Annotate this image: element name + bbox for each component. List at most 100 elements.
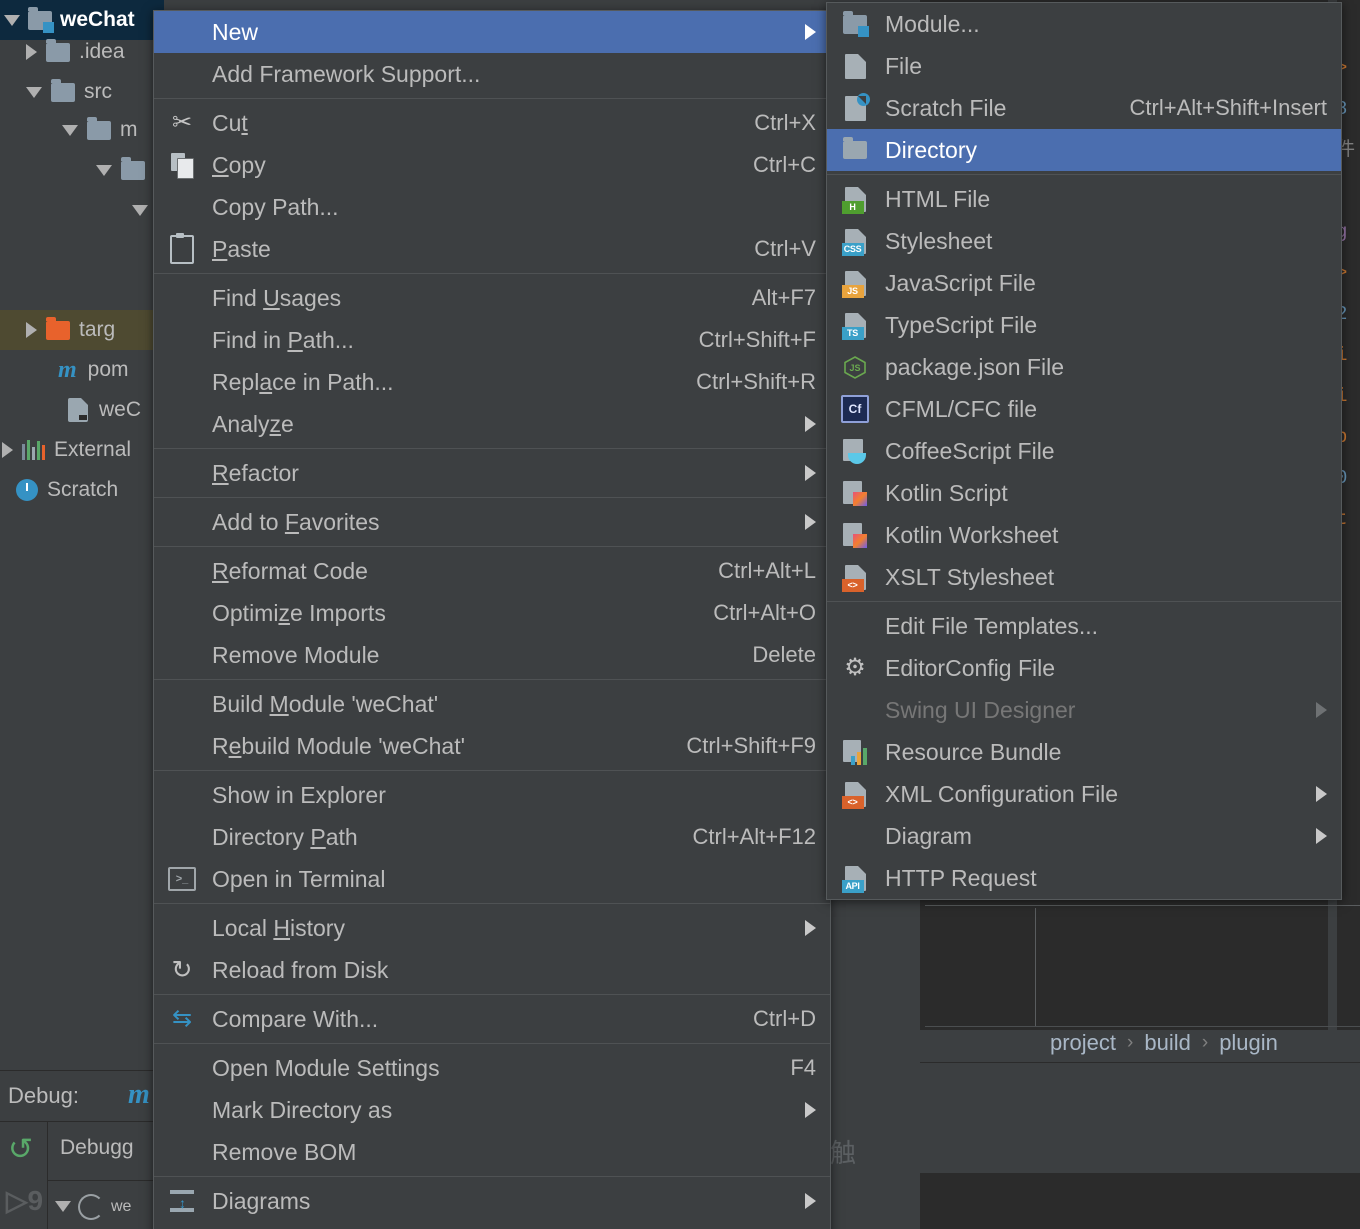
menu-separator [154, 1043, 830, 1044]
menu-item-edit-file-templates[interactable]: Edit File Templates... [827, 605, 1341, 647]
menu-item-label: HTTP Request [885, 864, 1037, 891]
rerun-icon[interactable]: ↺ [8, 1135, 36, 1165]
tree-row-scratches[interactable]: Scratch [16, 470, 118, 510]
debug-thread-row[interactable]: we [47, 1180, 168, 1229]
menu-item-maven[interactable]: mMaven [154, 1222, 830, 1229]
menu-item-new[interactable]: New [154, 11, 830, 53]
menu-item-module[interactable]: Module... [827, 3, 1341, 45]
menu-item-http-request[interactable]: API HTTP Request [827, 857, 1341, 899]
mute-breakpoints-icon[interactable]: ▷9 [6, 1184, 43, 1217]
menu-item-refactor[interactable]: Refactor [154, 452, 830, 494]
menu-item-add-framework-support[interactable]: Add Framework Support... [154, 53, 830, 95]
tree-row-external-libraries[interactable]: External [0, 430, 131, 470]
menu-item-package-json-file[interactable]: JS package.json File [827, 346, 1341, 388]
menu-item-mark-directory-as[interactable]: Mark Directory as [154, 1089, 830, 1131]
menu-item-remove-bom[interactable]: Remove BOM [154, 1131, 830, 1173]
menu-item-icon-slot: <> [841, 781, 869, 809]
editor-divider-vertical [1035, 908, 1036, 1026]
menu-item-icon-slot [168, 1055, 196, 1081]
menu-item-editorconfig-file[interactable]: ⚙ EditorConfig File [827, 647, 1341, 689]
chevron-right-icon[interactable] [26, 44, 37, 60]
menu-item-kotlin-worksheet[interactable]: Kotlin Worksheet [827, 514, 1341, 556]
menu-item-find-in-path[interactable]: Find in Path... Ctrl+Shift+F [154, 319, 830, 361]
tree-row-main[interactable]: m [62, 110, 138, 150]
menu-item-label: Edit File Templates... [885, 612, 1099, 639]
menu-item-local-history[interactable]: Local History [154, 907, 830, 949]
menu-item-file[interactable]: File [827, 45, 1341, 87]
menu-item-label: Stylesheet [885, 227, 993, 254]
menu-item-paste[interactable]: Paste Ctrl+V [154, 228, 830, 270]
chevron-down-icon[interactable] [96, 164, 112, 176]
menu-item-icon-slot [168, 600, 196, 626]
menu-item-directory-path[interactable]: Directory Path Ctrl+Alt+F12 [154, 816, 830, 858]
menu-item-typescript-file[interactable]: TS TypeScript File [827, 304, 1341, 346]
chevron-down-icon[interactable] [62, 124, 78, 136]
menu-item-replace-in-path[interactable]: Replace in Path... Ctrl+Shift+R [154, 361, 830, 403]
breadcrumb-item-project[interactable]: project [1050, 1030, 1116, 1056]
menu-item-open-module-settings[interactable]: Open Module Settings F4 [154, 1047, 830, 1089]
menu-item-diagrams[interactable]: ↕ Diagrams [154, 1180, 830, 1222]
menu-item-icon-slot [168, 642, 196, 668]
menu-separator [827, 601, 1341, 602]
chevron-down-icon[interactable] [55, 1201, 71, 1212]
menu-item-html-file[interactable]: H HTML File [827, 178, 1341, 220]
debugger-tab-label[interactable]: Debugg [60, 1136, 134, 1160]
menu-item-reload-from-disk[interactable]: ↻ Reload from Disk [154, 949, 830, 991]
chevron-down-icon[interactable] [26, 86, 42, 98]
menu-item-open-in-terminal[interactable]: >_ Open in Terminal [154, 858, 830, 900]
menu-item-cut[interactable]: ✂ Cut Ctrl+X [154, 102, 830, 144]
menu-item-icon-slot: ↻ [168, 957, 196, 983]
menu-item-scratch-file[interactable]: Scratch File Ctrl+Alt+Shift+Insert [827, 87, 1341, 129]
kotlin-icon [843, 522, 867, 548]
menu-item-analyze[interactable]: Analyze [154, 403, 830, 445]
menu-item-icon-slot: JS [841, 354, 869, 380]
menu-item-coffeescript-file[interactable]: CoffeeScript File [827, 430, 1341, 472]
menu-item-directory[interactable]: Directory [827, 129, 1341, 171]
menu-item-diagram[interactable]: Diagram [827, 815, 1341, 857]
menu-item-javascript-file[interactable]: JS JavaScript File [827, 262, 1341, 304]
menu-item-build-module-wechat[interactable]: Build Module 'weChat' [154, 683, 830, 725]
menu-item-resource-bundle[interactable]: Resource Bundle [827, 731, 1341, 773]
tree-row-src[interactable]: src [26, 72, 112, 112]
menu-item-copy[interactable]: Copy Ctrl+C [154, 144, 830, 186]
menu-item-find-usages[interactable]: Find Usages Alt+F7 [154, 277, 830, 319]
breadcrumb-item-plugin[interactable]: plugin [1219, 1030, 1278, 1056]
menu-item-shortcut: Ctrl+Shift+R [696, 369, 816, 394]
menu-item-icon-slot [168, 460, 196, 486]
menu-item-label: Optimize Imports [212, 599, 386, 626]
menu-item-icon-slot [168, 369, 196, 395]
tree-row-subpackage[interactable] [132, 190, 148, 230]
menu-item-label: TypeScript File [885, 311, 1038, 338]
tree-row-idea[interactable]: .idea [26, 32, 125, 72]
menu-item-icon-slot: ⇆ [168, 1006, 196, 1032]
menu-item-stylesheet[interactable]: CSS Stylesheet [827, 220, 1341, 262]
project-view-context-menu[interactable]: New Add Framework Support... ✂ Cut Ctrl+X Cop… [153, 10, 831, 1229]
menu-item-copy-path[interactable]: Copy Path... [154, 186, 830, 228]
chevron-right-icon[interactable] [2, 442, 13, 458]
menu-item-swing-ui-designer[interactable]: Swing UI Designer [827, 689, 1341, 731]
tree-row-iml[interactable]: weC [68, 390, 141, 430]
tree-row-package[interactable] [96, 150, 145, 190]
menu-item-compare-with[interactable]: ⇆ Compare With... Ctrl+D [154, 998, 830, 1040]
menu-item-cfml-cfc-file[interactable]: Cf CFML/CFC file [827, 388, 1341, 430]
chevron-down-icon[interactable] [132, 204, 148, 216]
menu-item-reformat-code[interactable]: Reformat Code Ctrl+Alt+L [154, 550, 830, 592]
menu-item-kotlin-script[interactable]: Kotlin Script [827, 472, 1341, 514]
menu-item-rebuild-module-wechat[interactable]: Rebuild Module 'weChat' Ctrl+Shift+F9 [154, 725, 830, 767]
debug-actions-column: ↺ ▷9 [0, 1122, 48, 1229]
coffeescript-icon [843, 438, 867, 464]
chevron-right-icon[interactable] [26, 322, 37, 338]
menu-item-show-in-explorer[interactable]: Show in Explorer [154, 774, 830, 816]
menu-item-xslt-stylesheet[interactable]: <> XSLT Stylesheet [827, 556, 1341, 598]
tree-row-pom[interactable]: m pom [58, 350, 129, 390]
new-submenu[interactable]: Module... File Scratch File Ctrl+Alt+Shift+… [826, 2, 1342, 900]
menu-item-icon-slot [168, 327, 196, 353]
menu-item-remove-module[interactable]: Remove Module Delete [154, 634, 830, 676]
menu-item-icon-slot [168, 194, 196, 220]
chevron-down-icon[interactable] [4, 14, 20, 26]
menu-item-icon-slot: CSS [841, 228, 869, 256]
menu-item-add-to-favorites[interactable]: Add to Favorites [154, 501, 830, 543]
breadcrumb-item-build[interactable]: build [1144, 1030, 1190, 1056]
menu-item-optimize-imports[interactable]: Optimize Imports Ctrl+Alt+O [154, 592, 830, 634]
menu-item-xml-configuration-file[interactable]: <> XML Configuration File [827, 773, 1341, 815]
